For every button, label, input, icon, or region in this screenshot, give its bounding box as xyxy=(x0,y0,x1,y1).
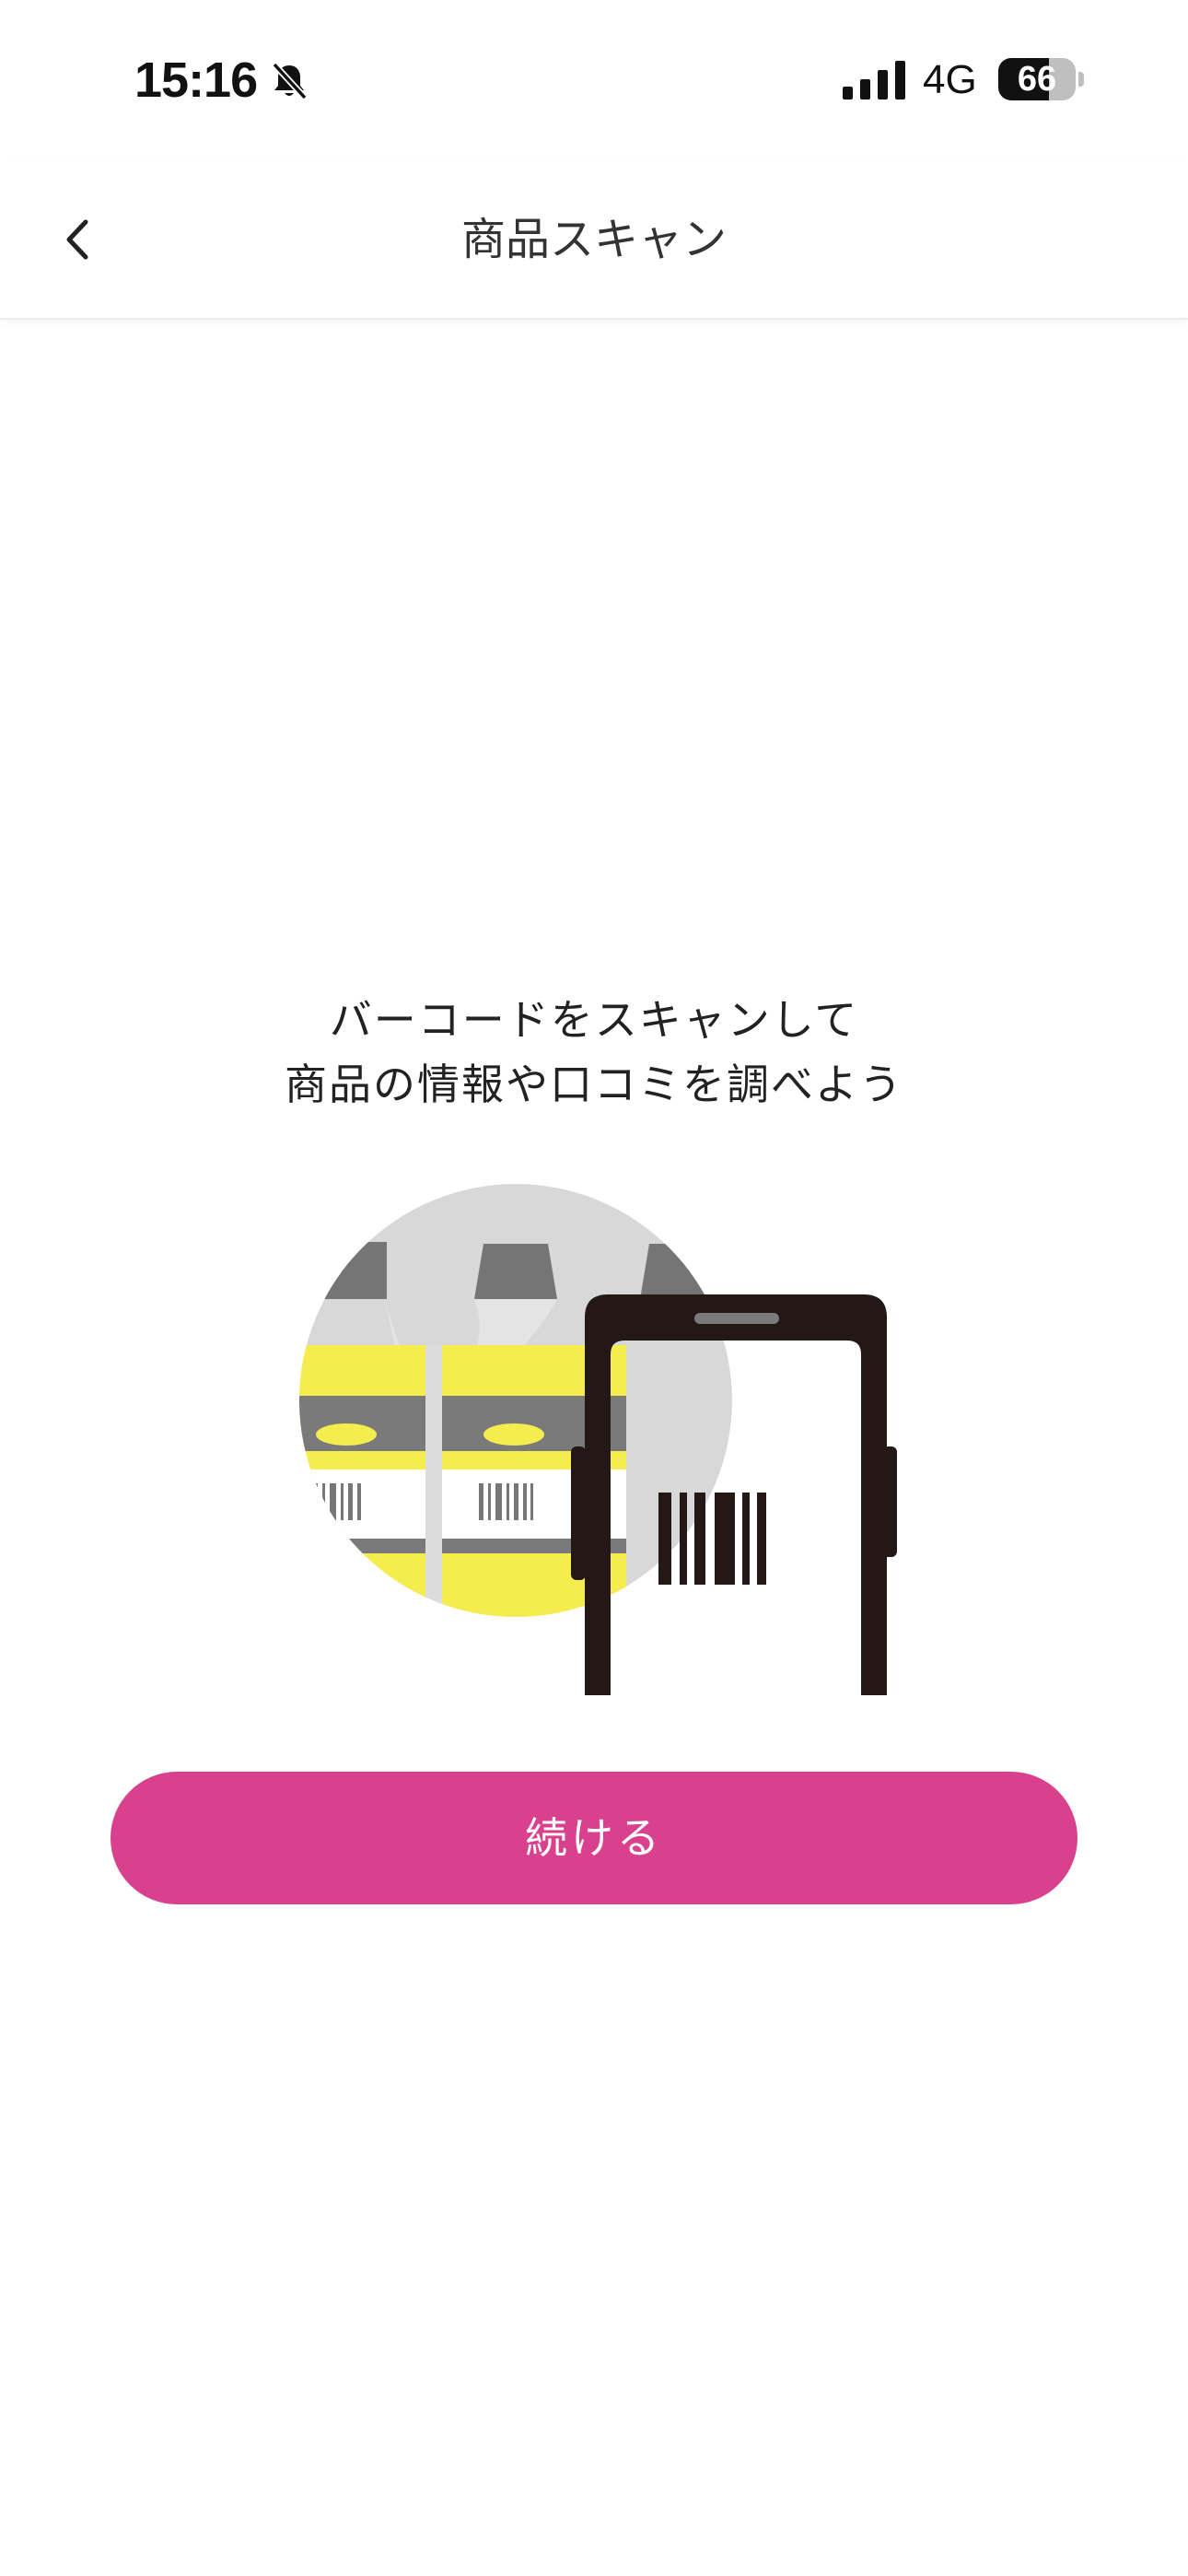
bell-slash-icon xyxy=(272,62,308,100)
continue-button[interactable]: 続ける xyxy=(111,1772,1077,1904)
status-bar: 15:16 4G 66 xyxy=(0,0,1188,161)
instruction-line-2: 商品の情報や口コミを調べよう xyxy=(285,1060,903,1109)
status-time: 15:16 xyxy=(134,53,258,108)
instruction-line-1: バーコードをスキャンして xyxy=(329,995,859,1045)
battery-level: 66 xyxy=(1017,60,1057,99)
nav-bar: 商品スキャン xyxy=(0,161,1188,320)
battery-cap xyxy=(1078,72,1084,87)
page-title: 商品スキャン xyxy=(460,214,727,265)
battery-icon: 66 xyxy=(998,58,1076,100)
back-button[interactable] xyxy=(37,198,120,281)
barcode-scan-illustration xyxy=(299,1184,897,1695)
scan-instructions: バーコードをスキャンして 商品の情報や口コミを調べよう xyxy=(0,988,1188,1117)
chevron-left-icon xyxy=(66,219,88,260)
network-type: 4G xyxy=(923,57,977,102)
cellular-signal-icon xyxy=(843,61,905,100)
